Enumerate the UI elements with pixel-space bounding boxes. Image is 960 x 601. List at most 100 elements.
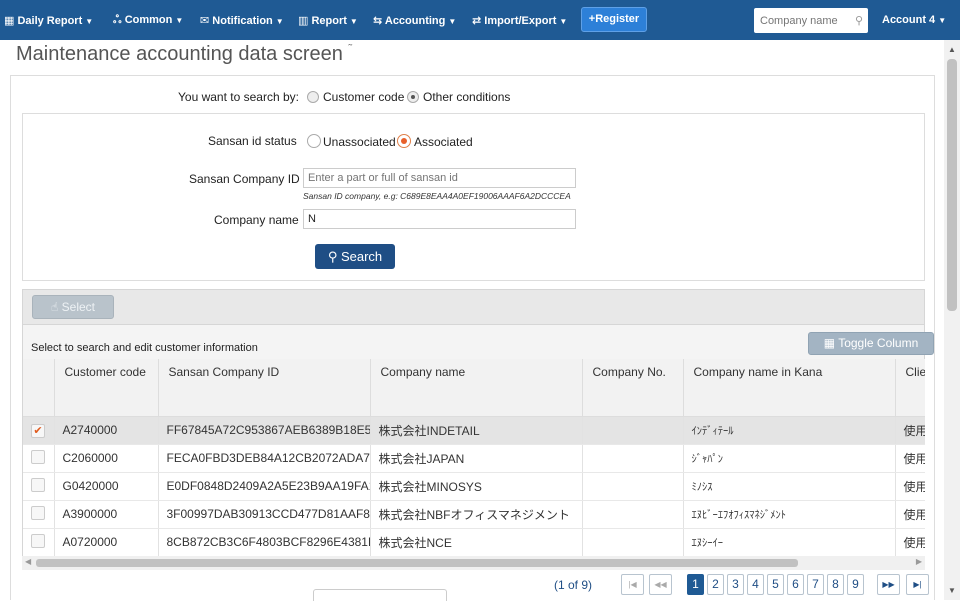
prev-page-icon[interactable]: ◀◀ (649, 574, 672, 595)
row-checkbox[interactable] (31, 477, 45, 492)
vertical-scrollbar[interactable]: ▲ ▼ (944, 40, 960, 600)
col-header-client[interactable]: Clie (895, 359, 925, 417)
horizontal-scroll-thumb[interactable] (36, 559, 798, 567)
col-header-company-no[interactable]: Company No. (582, 359, 684, 417)
table-row[interactable]: G0420000 E0DF0848D2409A2A5E23B9AA19FA1 株… (23, 472, 925, 501)
radio-other-conditions-label[interactable]: Other conditions (423, 90, 510, 104)
next-page-icon[interactable]: ▶▶ (877, 574, 900, 595)
company-name-label: Company name (214, 213, 299, 227)
grid-caption: Select to search and edit customer infor… (31, 342, 258, 354)
nav-common[interactable]: ஃ Common ▼ (113, 14, 183, 28)
cell-sansan-id: FECA0FBD3DEB84A12CB2072ADA73 (158, 444, 371, 473)
page-title: Maintenance accounting data screen ˜ (16, 43, 352, 66)
account-label: Account 4 (882, 14, 936, 26)
radio-unassociated-label[interactable]: Unassociated (323, 135, 396, 149)
company-name-input[interactable] (303, 209, 576, 229)
cell-company-name: 株式会社NCE (370, 528, 583, 556)
cell-client: 使用 (895, 416, 925, 445)
envelope-icon: ✉ (200, 15, 213, 27)
search-button-label: Search (340, 249, 383, 264)
first-page-icon[interactable]: |◀ (621, 574, 644, 595)
page-button-6[interactable]: 6 (787, 574, 804, 595)
row-checkbox[interactable] (31, 449, 45, 464)
table-row[interactable]: A3900000 3F00997DAB30913CCD477D81AAF80 株… (23, 500, 925, 529)
account-menu[interactable]: Account 4 ▼ (882, 14, 946, 26)
nav-notification[interactable]: ✉ Notification ▼ (200, 14, 284, 27)
page-button-4[interactable]: 4 (747, 574, 764, 595)
scroll-up-arrow-icon[interactable]: ▲ (948, 45, 956, 54)
cell-company-no (582, 472, 684, 501)
search-button[interactable]: ⚲ Search (315, 244, 395, 269)
caret-down-icon: ▼ (938, 16, 947, 25)
radio-customer-code-label[interactable]: Customer code (323, 90, 404, 104)
users-icon: ஃ (113, 14, 125, 26)
cell-company-name: 株式会社MINOSYS (370, 472, 583, 501)
row-checkbox[interactable]: ✔ (31, 423, 45, 438)
company-search-box: ⚲ (754, 8, 868, 33)
scroll-left-arrow-icon[interactable]: ◀ (25, 557, 31, 566)
scroll-down-arrow-icon[interactable]: ▼ (948, 586, 956, 595)
cell-sansan-id: 8CB872CB3C6F4803BCF8296E4381D (158, 528, 371, 556)
cell-company-no (582, 528, 684, 556)
page-button-8[interactable]: 8 (827, 574, 844, 595)
sansan-id-input[interactable] (303, 168, 576, 188)
rows-per-page-select[interactable] (313, 589, 447, 601)
sansan-id-label: Sansan Company ID (189, 172, 300, 186)
page-button-5[interactable]: 5 (767, 574, 784, 595)
radio-associated[interactable] (397, 134, 411, 148)
page-button-1[interactable]: 1 (687, 574, 704, 595)
nav-daily-report[interactable]: ▦ Daily Report ▼ (4, 14, 93, 27)
page-button-9[interactable]: 9 (847, 574, 864, 595)
row-checkbox[interactable] (31, 505, 45, 520)
col-header-kana[interactable]: Company name in Kana (683, 359, 896, 417)
radio-customer-code[interactable] (307, 91, 319, 103)
col-header-customer-code[interactable]: Customer code (54, 359, 159, 417)
vertical-scroll-thumb[interactable] (947, 59, 957, 311)
pointer-icon: ☝ (51, 300, 62, 314)
paginator: (1 of 9) |◀ ◀◀ 1 2 3 4 5 6 7 8 9 ▶▶ ▶| (22, 570, 929, 601)
scroll-right-arrow-icon[interactable]: ▶ (916, 557, 922, 566)
search-icon[interactable]: ⚲ (855, 14, 863, 27)
conditions-box: Sansan id status Unassociated Associated… (22, 113, 925, 281)
cell-kana: ﾐﾉｼｽ (683, 472, 896, 501)
nav-report-label: Report (311, 15, 347, 27)
col-header-sansan-id[interactable]: Sansan Company ID (158, 359, 371, 417)
last-page-icon[interactable]: ▶| (906, 574, 929, 595)
page-button-7[interactable]: 7 (807, 574, 824, 595)
page-button-2[interactable]: 2 (707, 574, 724, 595)
cell-client: 使用 (895, 528, 925, 556)
page-title-text: Maintenance accounting data screen (16, 43, 343, 65)
caret-down-icon: ▼ (448, 17, 457, 26)
title-quote-icon: ˜ (348, 43, 353, 55)
register-button[interactable]: +Register (581, 7, 647, 32)
horizontal-scrollbar[interactable]: ◀ ▶ (22, 556, 925, 570)
table-row[interactable]: C2060000 FECA0FBD3DEB84A12CB2072ADA73 株式… (23, 444, 925, 473)
page-button-3[interactable]: 3 (727, 574, 744, 595)
radio-other-conditions[interactable] (407, 91, 419, 103)
nav-report[interactable]: ▥ Report ▼ (298, 14, 358, 27)
cell-customer-code: A2740000 (54, 416, 159, 445)
cell-kana: ｴﾇﾋﾞｰｴﾌｵﾌｨｽﾏﾈｼﾞﾒﾝﾄ (683, 500, 896, 529)
company-search-input[interactable] (754, 8, 854, 33)
select-button-label: Select (61, 300, 95, 314)
col-header-company-name[interactable]: Company name (370, 359, 583, 417)
table-row[interactable]: ✔ A2740000 FF67845A72C953867AEB6389B18E5… (23, 416, 925, 445)
caret-down-icon: ▼ (275, 17, 284, 26)
cell-company-no (582, 500, 684, 529)
customer-grid: Customer code Sansan Company ID Company … (22, 359, 925, 556)
nav-accounting[interactable]: ⇆ Accounting ▼ (373, 14, 456, 27)
top-navbar: ▦ Daily Report ▼ ஃ Common ▼ ✉ Notification… (0, 0, 960, 40)
table-row[interactable]: A0720000 8CB872CB3C6F4803BCF8296E4381D 株… (23, 528, 925, 556)
cell-client: 使用 (895, 500, 925, 529)
cell-customer-code: A3900000 (54, 500, 159, 529)
cell-company-no (582, 416, 684, 445)
radio-unassociated[interactable] (307, 134, 321, 148)
nav-import-export[interactable]: ⇄ Import/Export ▼ (472, 14, 567, 27)
exchange-icon: ⇆ (373, 15, 385, 27)
main-panel: You want to search by: Customer code Oth… (10, 75, 935, 601)
select-button[interactable]: ☝ Select (32, 295, 114, 319)
toggle-column-button[interactable]: ▦ Toggle Column (808, 332, 934, 355)
sansan-status-label: Sansan id status (208, 134, 297, 148)
row-checkbox[interactable] (31, 533, 45, 548)
radio-associated-label[interactable]: Associated (414, 135, 473, 149)
